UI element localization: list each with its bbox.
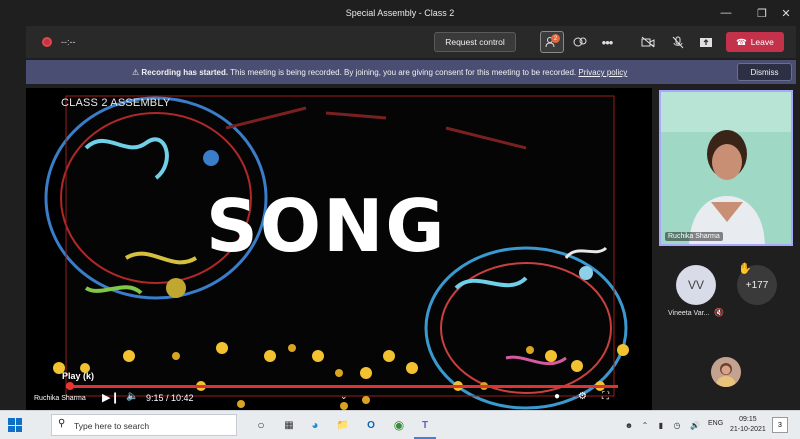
camera-off-icon[interactable] [636, 31, 660, 53]
self-view-avatar[interactable] [711, 357, 741, 387]
notification-center-icon[interactable]: 3 [772, 417, 788, 433]
play-tooltip: Play (k) [62, 371, 95, 381]
teams-meeting-window: Special Assembly - Class 2 — ❐ ✕ --:-- R… [0, 0, 800, 439]
more-options-icon[interactable]: ••• [595, 31, 619, 53]
language-indicator[interactable]: ENG [708, 420, 723, 427]
task-view-icon[interactable]: ▦ [280, 416, 298, 434]
search-icon: ⚲ [58, 418, 66, 429]
video-progress-bar[interactable] [66, 382, 618, 390]
file-explorer-icon[interactable]: 📁 [334, 416, 352, 434]
hangup-icon: ☎ [736, 36, 747, 47]
autoplay-toggle-icon[interactable]: ● [554, 391, 560, 402]
mic-off-icon[interactable] [666, 31, 690, 53]
fullscreen-icon[interactable]: ⛶ [602, 391, 609, 402]
window-title: Special Assembly - Class 2 [345, 8, 455, 18]
meeting-toolbar: --:-- Request control 2 ••• ☎ Leave [26, 26, 796, 58]
wifi-icon[interactable]: ◷ [668, 416, 686, 434]
warning-icon: ⚠ [132, 68, 140, 77]
play-icon[interactable]: ▶❙ [102, 391, 120, 404]
video-time: 9:15 / 10:42 [146, 393, 194, 403]
presenter-name-label: Ruchika Sharma [34, 395, 86, 402]
participant-video-tile[interactable]: Ruchika Sharma [659, 90, 793, 246]
progress-handle[interactable] [66, 382, 74, 390]
recording-notice-title: Recording has started. [141, 68, 229, 77]
share-icon[interactable] [694, 31, 718, 53]
close-icon[interactable]: ✕ [772, 3, 800, 23]
raised-hand-icon: ✋ [738, 263, 752, 275]
meeting-timer: --:-- [61, 37, 76, 47]
slide-heading: SONG [206, 184, 447, 268]
request-control-button[interactable]: Request control [434, 32, 516, 52]
taskbar-clock[interactable]: 09:15 21-10-2021 [730, 415, 766, 435]
speaker-icon[interactable]: 🔊 [686, 416, 704, 434]
shared-screen[interactable]: CLASS 2 ASSEMBLY SONG Play (k) ▶❙ 🔈 9:15… [26, 88, 652, 410]
recording-indicator-icon [42, 37, 52, 47]
participant-name-vv: Vineeta Var... [668, 310, 710, 317]
clock-time: 09:15 [739, 416, 757, 423]
participant-name-tag: Ruchika Sharma [665, 232, 723, 241]
outlook-icon[interactable]: O [362, 416, 380, 434]
window-title-bar: Special Assembly - Class 2 — ❐ ✕ [0, 0, 800, 26]
recording-notice-bar: ⚠ Recording has started. This meeting is… [26, 60, 796, 84]
recording-notice-text: ⚠ Recording has started. This meeting is… [132, 68, 627, 77]
chevron-down-icon[interactable]: ⌄ [340, 391, 348, 402]
people-count-badge: 2 [551, 34, 560, 43]
reactions-icon[interactable] [568, 31, 592, 53]
settings-gear-icon[interactable]: ⚙ [578, 391, 587, 402]
leave-label: Leave [750, 37, 774, 47]
chrome-icon[interactable]: ◉ [390, 416, 408, 434]
slide-title: CLASS 2 ASSEMBLY [61, 97, 171, 109]
edge-icon[interactable]: ◕ [306, 416, 324, 434]
windows-taskbar: ⚲ Type here to search ○ ▦ ◕ 📁 O ◉ T ☻ ⌃ … [0, 410, 800, 439]
cortana-icon[interactable]: ○ [252, 416, 270, 434]
dismiss-button[interactable]: Dismiss [737, 63, 792, 81]
clock-date: 21-10-2021 [730, 426, 766, 433]
taskbar-search-box[interactable]: ⚲ Type here to search [51, 414, 237, 436]
leave-button[interactable]: ☎ Leave [726, 32, 784, 52]
people-button[interactable]: 2 [540, 31, 564, 53]
recording-notice-message: This meeting is being recorded. By joini… [230, 68, 577, 77]
avatar-vv[interactable]: VV [676, 265, 716, 305]
volume-icon[interactable]: 🔈 [126, 391, 138, 402]
privacy-policy-link[interactable]: Privacy policy [578, 68, 627, 77]
windows-start-icon[interactable] [8, 418, 22, 432]
participant-mic-off-icon: 🔇 [714, 308, 724, 317]
participant-video-image [661, 92, 791, 244]
teams-icon[interactable]: T [416, 416, 434, 434]
minimize-icon[interactable]: — [712, 3, 740, 23]
search-placeholder: Type here to search [74, 421, 150, 431]
